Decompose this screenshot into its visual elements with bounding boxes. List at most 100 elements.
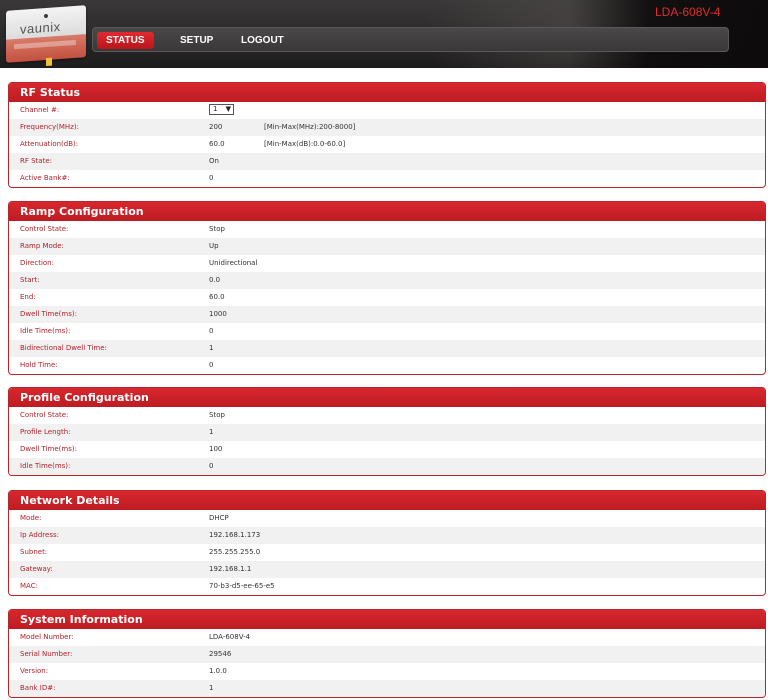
row-label: Version: — [20, 667, 49, 675]
nav-status[interactable]: STATUS — [97, 32, 154, 49]
channel-row: Channel #: 1 ▼ — [9, 102, 765, 119]
row-label: Bidirectional Dwell Time: — [20, 344, 107, 352]
row-value: 200 — [209, 123, 223, 131]
table-row: Idle Time(ms): 0 — [9, 323, 765, 340]
nav-logout[interactable]: LOGOUT — [241, 32, 284, 49]
row-value: LDA-608V-4 — [209, 633, 251, 641]
row-label: Profile Length: — [20, 428, 71, 436]
table-row: MAC: 70-b3-d5-ee-65-e5 — [9, 578, 765, 595]
row-label: Gateway: — [20, 565, 53, 573]
table-row: Bank ID#: 1 — [9, 680, 765, 697]
row-label: Ip Address: — [20, 531, 59, 539]
table-row: Serial Number: 29546 — [9, 646, 765, 663]
row-label: MAC: — [20, 582, 38, 590]
row-label: Bank ID#: — [20, 684, 56, 692]
main-nav: STATUS SETUP LOGOUT — [92, 27, 729, 52]
row-label: Serial Number: — [20, 650, 73, 658]
row-value: 1.0.0 — [209, 667, 227, 675]
row-label: End: — [20, 293, 36, 301]
vaunix-logo: vaunix — [6, 5, 86, 66]
attenuation-row: Attenuation(dB): 60.0 [Min-Max(dB):0.0-6… — [9, 136, 765, 153]
table-row: Bidirectional Dwell Time: 1 — [9, 340, 765, 357]
row-value: Stop — [209, 225, 225, 233]
table-row: Idle Time(ms): 0 — [9, 458, 765, 475]
rf-state-row: RF State: On — [9, 153, 765, 170]
row-value: On — [209, 157, 219, 165]
network-details-panel: Network Details Mode: DHCP Ip Address: 1… — [8, 490, 766, 596]
row-label: Subnet: — [20, 548, 48, 556]
table-row: Control State: Stop — [9, 407, 765, 424]
row-value: 0.0 — [209, 276, 221, 284]
row-value: 0 — [209, 174, 214, 182]
row-label: Frequency(MHz): — [20, 123, 79, 131]
row-label: Model Number: — [20, 633, 74, 641]
row-label: Dwell Time(ms): — [20, 310, 77, 318]
row-value: 60.0 — [209, 140, 225, 148]
ramp-config-title: Ramp Configuration — [9, 202, 765, 221]
row-value: 192.168.1.1 — [209, 565, 252, 573]
table-row: Mode: DHCP — [9, 510, 765, 527]
row-label: Ramp Mode: — [20, 242, 64, 250]
row-value: Stop — [209, 411, 225, 419]
table-row: Subnet: 255.255.255.0 — [9, 544, 765, 561]
system-info-title: System Information — [9, 610, 765, 629]
row-value: 100 — [209, 445, 223, 453]
table-row: Direction: Unidirectional — [9, 255, 765, 272]
table-row: Hold Time: 0 — [9, 357, 765, 374]
channel-label: Channel #: — [20, 106, 60, 114]
channel-select[interactable]: 1 ▼ — [209, 104, 234, 115]
table-row: Version: 1.0.0 — [9, 663, 765, 680]
table-row: Profile Length: 1 — [9, 424, 765, 441]
row-label: Idle Time(ms): — [20, 462, 71, 470]
frequency-row: Frequency(MHz): 200 [Min-Max(MHz):200-80… — [9, 119, 765, 136]
nav-setup[interactable]: SETUP — [180, 32, 213, 49]
active-bank-row: Active Bank#: 0 — [9, 170, 765, 187]
ramp-config-panel: Ramp Configuration Control State: Stop R… — [8, 201, 766, 375]
row-label: Control State: — [20, 225, 69, 233]
row-value: 0 — [209, 462, 214, 470]
row-value: 29546 — [209, 650, 232, 658]
table-row: Model Number: LDA-608V-4 — [9, 629, 765, 646]
row-label: Direction: — [20, 259, 54, 267]
chevron-down-icon: ▼ — [225, 105, 231, 113]
table-row: Ramp Mode: Up — [9, 238, 765, 255]
row-value: Up — [209, 242, 219, 250]
table-row: Ip Address: 192.168.1.173 — [9, 527, 765, 544]
row-label: Idle Time(ms): — [20, 327, 71, 335]
device-name: LDA-608V-4 — [655, 5, 721, 19]
row-value: 1 — [209, 684, 214, 692]
row-value: 192.168.1.173 — [209, 531, 261, 539]
row-label: Hold Time: — [20, 361, 58, 369]
row-label: Control State: — [20, 411, 69, 419]
top-header: vaunix STATUS SETUP LOGOUT LDA-608V-4 — [0, 0, 768, 68]
table-row: End: 60.0 — [9, 289, 765, 306]
row-hint: [Min-Max(MHz):200-8000] — [264, 123, 356, 131]
logo-dot — [44, 13, 48, 19]
row-value: 1 — [209, 428, 214, 436]
rf-status-title: RF Status — [9, 83, 765, 102]
table-row: Dwell Time(ms): 1000 — [9, 306, 765, 323]
table-row: Start: 0.0 — [9, 272, 765, 289]
table-row: Dwell Time(ms): 100 — [9, 441, 765, 458]
row-label: Dwell Time(ms): — [20, 445, 77, 453]
channel-select-value: 1 — [213, 105, 218, 113]
row-label: Start: — [20, 276, 40, 284]
system-info-panel: System Information Model Number: LDA-608… — [8, 609, 766, 698]
table-row: Gateway: 192.168.1.1 — [9, 561, 765, 578]
row-value: 60.0 — [209, 293, 225, 301]
row-value: 255.255.255.0 — [209, 548, 261, 556]
row-value: 70-b3-d5-ee-65-e5 — [209, 582, 275, 590]
logo-foot — [46, 57, 52, 66]
logo-strip — [14, 39, 76, 50]
rf-status-panel: RF Status Channel #: 1 ▼ Frequency(MHz):… — [8, 82, 766, 188]
profile-config-title: Profile Configuration — [9, 388, 765, 407]
row-hint: [Min-Max(dB):0.0-60.0] — [264, 140, 346, 148]
network-details-title: Network Details — [9, 491, 765, 510]
row-value: DHCP — [209, 514, 229, 522]
row-value: Unidirectional — [209, 259, 258, 267]
row-label: RF State: — [20, 157, 53, 165]
row-value: 0 — [209, 327, 214, 335]
table-row: Control State: Stop — [9, 221, 765, 238]
row-label: Attenuation(dB): — [20, 140, 79, 148]
row-label: Active Bank#: — [20, 174, 70, 182]
